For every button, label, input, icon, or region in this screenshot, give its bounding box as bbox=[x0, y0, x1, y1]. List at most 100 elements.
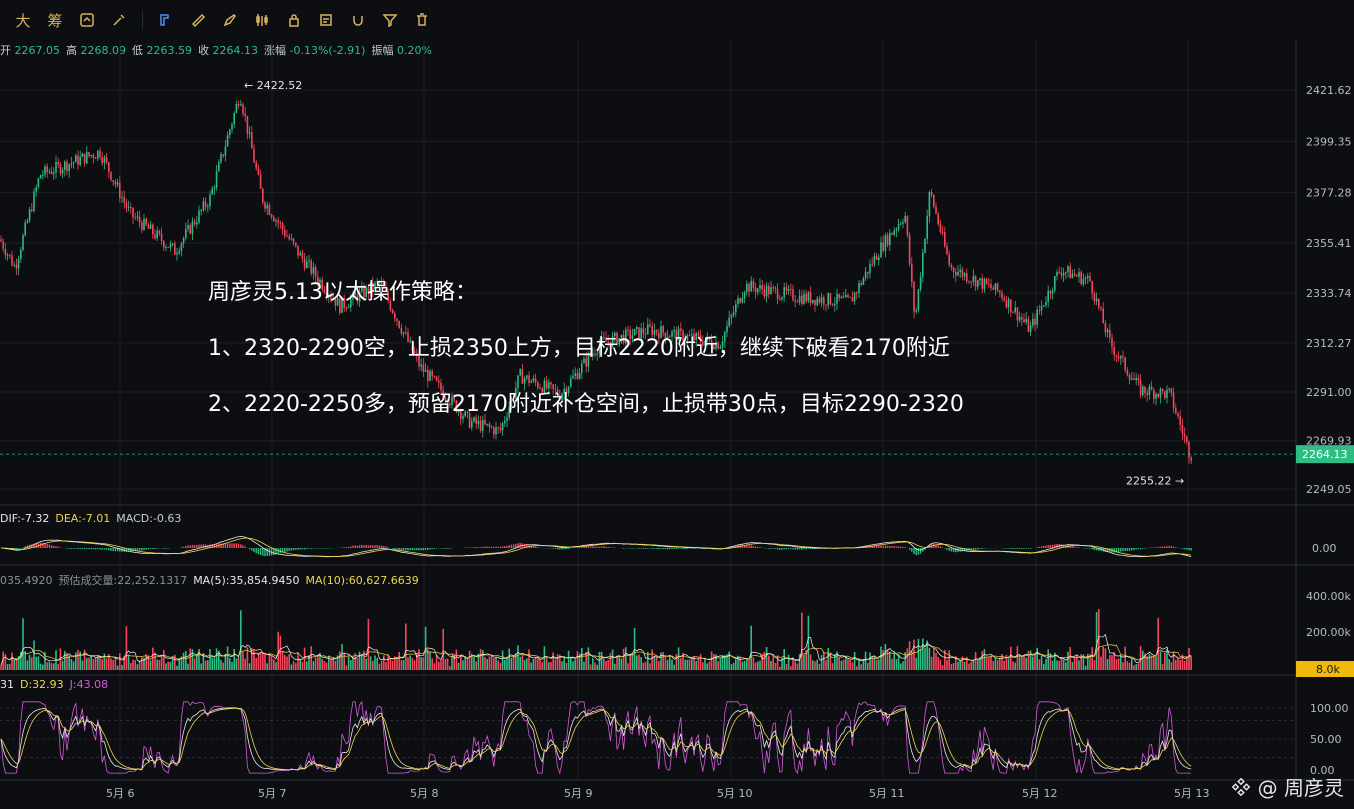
volume-bar bbox=[1029, 650, 1032, 670]
volume-bar bbox=[673, 664, 675, 670]
candle-body bbox=[119, 182, 121, 199]
volume-bar bbox=[1040, 655, 1043, 670]
volume-bar bbox=[191, 649, 194, 670]
candle-body bbox=[1058, 271, 1060, 273]
volume-bar bbox=[499, 663, 502, 670]
volume-bar bbox=[688, 659, 691, 670]
candle-body bbox=[220, 154, 222, 163]
volume-bar bbox=[948, 650, 950, 670]
macd-bar bbox=[363, 545, 365, 548]
candle-body bbox=[215, 171, 218, 188]
volume-bar bbox=[1183, 660, 1186, 670]
macd-bar bbox=[1018, 548, 1021, 549]
candle-body bbox=[933, 194, 935, 207]
volume-bar bbox=[1150, 655, 1153, 670]
volume-bar bbox=[1133, 665, 1135, 670]
macd-bar bbox=[345, 547, 348, 548]
macd-bar bbox=[493, 546, 495, 548]
macd-bar bbox=[163, 548, 165, 549]
macd-bar bbox=[880, 545, 882, 548]
volume-bar bbox=[77, 649, 79, 670]
volume-bar bbox=[1131, 658, 1133, 670]
candle-body bbox=[939, 223, 942, 233]
volume-bar bbox=[807, 615, 810, 670]
volume-bar bbox=[94, 657, 97, 670]
macd-bar bbox=[154, 548, 156, 550]
volume-bar bbox=[413, 660, 416, 670]
volume-bar bbox=[847, 658, 849, 670]
candle-body bbox=[28, 209, 31, 221]
macd-bar bbox=[361, 544, 363, 548]
macd-bar bbox=[57, 546, 59, 548]
volume-bar bbox=[1065, 662, 1067, 670]
volume-bar bbox=[334, 660, 337, 670]
macd-bar bbox=[603, 546, 605, 548]
volume-bar bbox=[24, 651, 26, 670]
candle-body bbox=[1025, 318, 1027, 323]
candle-body bbox=[968, 281, 970, 283]
macd-bar bbox=[594, 546, 596, 548]
macd-bar bbox=[1188, 548, 1190, 551]
volume-bar bbox=[526, 658, 528, 670]
volume-bar bbox=[374, 655, 376, 670]
volume-bar bbox=[484, 657, 486, 670]
volume-bar bbox=[1179, 659, 1181, 670]
volume-bar bbox=[534, 657, 537, 670]
volume-bar bbox=[741, 661, 744, 670]
volume-bar bbox=[1111, 654, 1113, 670]
macd-bar bbox=[72, 548, 75, 549]
candle-body bbox=[226, 135, 229, 147]
candle-body bbox=[1071, 273, 1074, 279]
volume-bar bbox=[576, 651, 579, 670]
candle-body bbox=[202, 201, 205, 210]
macd-bar bbox=[1025, 548, 1027, 549]
volume-bar bbox=[939, 659, 942, 670]
candle-body bbox=[1054, 276, 1056, 291]
macd-bar bbox=[68, 548, 70, 549]
volume-bar bbox=[862, 658, 865, 670]
candle-body bbox=[1043, 305, 1045, 307]
candle-body bbox=[237, 103, 240, 106]
volume-bar bbox=[1016, 646, 1019, 670]
macd-bar bbox=[367, 545, 370, 548]
candle-body bbox=[1023, 319, 1025, 323]
volume-bar bbox=[543, 646, 546, 670]
volume-bar bbox=[409, 655, 411, 670]
candle-body bbox=[1084, 278, 1087, 280]
volume-bar bbox=[28, 654, 31, 670]
time-tick: 5月 11 bbox=[869, 787, 905, 800]
candle-body bbox=[924, 239, 926, 253]
candle-body bbox=[299, 252, 301, 256]
macd-bar bbox=[664, 548, 667, 550]
candle-body bbox=[946, 246, 948, 255]
volume-bar bbox=[134, 660, 136, 670]
candle-body bbox=[167, 247, 169, 249]
macd-bar bbox=[376, 545, 378, 548]
candle-body bbox=[1142, 386, 1144, 395]
macd-bar bbox=[878, 545, 880, 548]
volume-bar bbox=[141, 657, 143, 670]
candle-body bbox=[955, 271, 957, 276]
volume-bar bbox=[233, 648, 235, 670]
macd-bar bbox=[559, 548, 561, 550]
candle-body bbox=[979, 278, 981, 281]
volume-bar bbox=[200, 663, 202, 670]
candle-body bbox=[314, 267, 317, 277]
volume-bar bbox=[464, 656, 466, 670]
volume-bar bbox=[398, 651, 400, 670]
macd-bar bbox=[1122, 548, 1124, 552]
volume-bar bbox=[658, 661, 660, 670]
volume-bar bbox=[367, 618, 370, 670]
candle-body bbox=[1100, 307, 1102, 309]
volume-bar bbox=[684, 659, 686, 670]
macd-bar bbox=[325, 548, 328, 549]
volume-bar bbox=[1102, 646, 1104, 670]
volume-bar bbox=[383, 655, 385, 670]
candle-body bbox=[941, 232, 944, 234]
volume-bar bbox=[211, 657, 213, 670]
volume-bar bbox=[22, 618, 24, 670]
volume-bar bbox=[572, 661, 574, 670]
candle-body bbox=[990, 284, 992, 289]
candle-body bbox=[116, 182, 119, 185]
macd-bar bbox=[420, 548, 422, 551]
